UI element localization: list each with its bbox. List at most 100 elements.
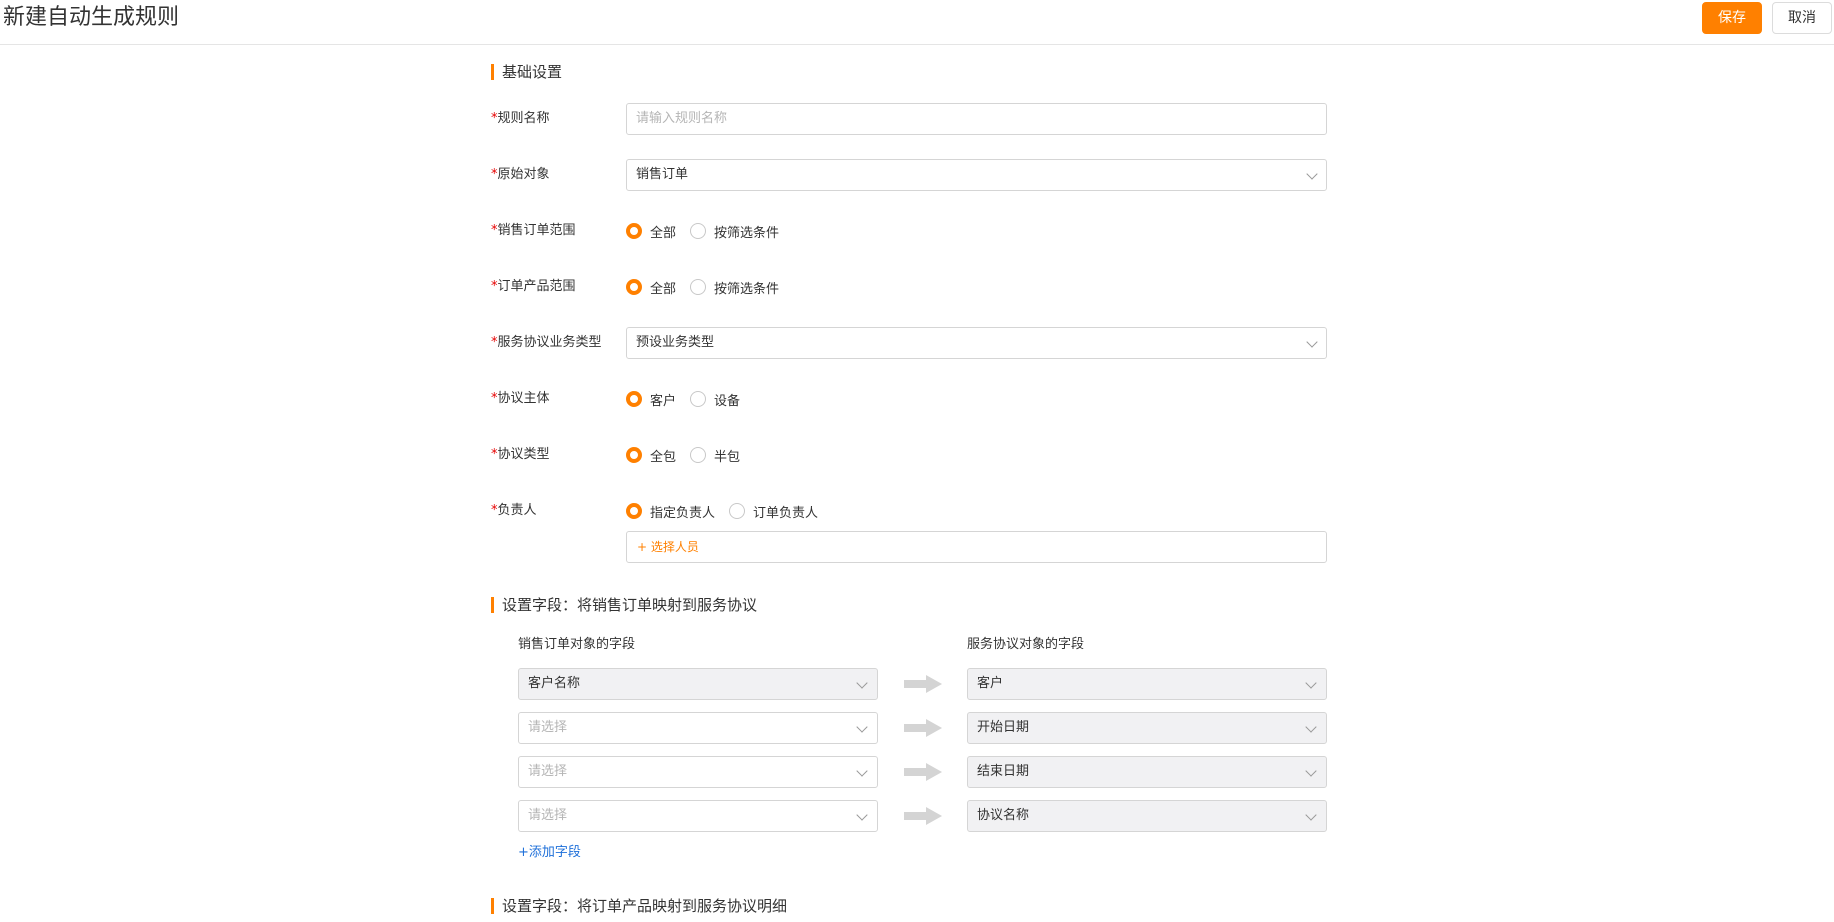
mapping-target-select[interactable]: 客户 — [967, 668, 1327, 700]
agreement-subject-label: *协议主体 — [491, 390, 550, 408]
agreement-type-label-text: 协议类型 — [497, 447, 550, 462]
section-title-text: 设置字段：将订单产品映射到服务协议明细 — [502, 897, 788, 915]
rule-name-label: *规则名称 — [491, 110, 550, 128]
chevron-down-icon — [1305, 721, 1317, 733]
section-marker — [491, 898, 494, 914]
radio-unchecked-icon — [729, 503, 746, 519]
product-scope-label: *订单产品范围 — [491, 278, 576, 296]
radio-unchecked-icon — [690, 447, 707, 463]
mapping-left-header: 销售订单对象的字段 — [518, 637, 636, 652]
radio-label: 设备 — [714, 393, 741, 409]
mapping-source-placeholder: 请选择 — [528, 720, 568, 735]
section-title-map-product: 设置字段：将订单产品映射到服务协议明细 — [491, 896, 787, 916]
agreement-type-option-half[interactable]: 半包 — [690, 446, 740, 465]
source-object-label: *原始对象 — [491, 166, 550, 184]
mapping-source-select[interactable]: 请选择 — [518, 712, 878, 744]
chevron-down-icon — [856, 721, 868, 733]
owner-option-order-owner[interactable]: 订单负责人 — [729, 502, 818, 521]
mapping-source-placeholder: 请选择 — [528, 808, 568, 823]
radio-label: 指定负责人 — [650, 505, 716, 521]
agreement-subject-option-customer[interactable]: 客户 — [626, 390, 676, 409]
mapping-target-value: 协议名称 — [977, 808, 1030, 823]
radio-unchecked-icon — [690, 391, 707, 407]
agreement-type-option-full[interactable]: 全包 — [626, 446, 676, 465]
rule-name-input[interactable]: 请输入规则名称 — [626, 103, 1327, 135]
chevron-down-icon — [856, 765, 868, 777]
agreement-type-radio-group: 全包 半包 — [626, 445, 754, 465]
page-title: 新建自动生成规则 — [3, 5, 180, 30]
product-scope-option-all[interactable]: 全部 — [626, 278, 676, 297]
radio-checked-icon — [626, 447, 642, 463]
mapping-source-select[interactable]: 请选择 — [518, 756, 878, 788]
radio-label: 全部 — [650, 281, 677, 297]
section-title-text: 设置字段：将销售订单映射到服务协议 — [502, 596, 758, 614]
section-marker — [491, 64, 494, 80]
agreement-type-label: *协议类型 — [491, 446, 550, 464]
mapping-target-value: 客户 — [977, 676, 1004, 691]
chevron-down-icon — [856, 809, 868, 821]
order-scope-option-all[interactable]: 全部 — [626, 222, 676, 241]
radio-label: 全部 — [650, 225, 677, 241]
page-header: 新建自动生成规则 保存 取消 — [0, 0, 1834, 45]
chevron-down-icon — [1305, 765, 1317, 777]
owner-label: *负责人 — [491, 502, 537, 520]
source-object-label-text: 原始对象 — [497, 167, 550, 182]
mapping-target-select[interactable]: 协议名称 — [967, 800, 1327, 832]
radio-unchecked-icon — [690, 223, 707, 239]
product-scope-radio-group: 全部 按筛选条件 — [626, 277, 793, 297]
radio-label: 半包 — [714, 449, 741, 465]
radio-checked-icon — [626, 279, 642, 295]
mapping-source-select[interactable]: 客户名称 — [518, 668, 878, 700]
agreement-business-type-select[interactable]: 预设业务类型 — [626, 327, 1327, 359]
arrow-right-icon — [904, 675, 942, 693]
agreement-subject-label-text: 协议主体 — [497, 391, 550, 406]
order-scope-radio-group: 全部 按筛选条件 — [626, 221, 793, 241]
order-scope-label: *销售订单范围 — [491, 222, 576, 240]
agreement-subject-option-device[interactable]: 设备 — [690, 390, 740, 409]
arrow-right-icon — [904, 763, 942, 781]
mapping-source-select[interactable]: 请选择 — [518, 800, 878, 832]
rule-name-label-text: 规则名称 — [497, 111, 550, 126]
agreement-subject-radio-group: 客户 设备 — [626, 389, 754, 409]
radio-checked-icon — [626, 223, 642, 239]
source-object-select[interactable]: 销售订单 — [626, 159, 1327, 191]
radio-label: 订单负责人 — [753, 505, 819, 521]
chevron-down-icon — [1305, 677, 1317, 689]
radio-label: 客户 — [650, 393, 677, 409]
mapping-target-select[interactable]: 开始日期 — [967, 712, 1327, 744]
rule-name-placeholder: 请输入规则名称 — [636, 111, 728, 126]
radio-label: 按筛选条件 — [714, 281, 780, 297]
agreement-business-type-label: *服务协议业务类型 — [491, 334, 602, 352]
radio-label: 全包 — [650, 449, 677, 465]
mapping-target-value: 开始日期 — [977, 720, 1030, 735]
radio-checked-icon — [626, 503, 642, 519]
cancel-button[interactable]: 取消 — [1772, 2, 1832, 34]
agreement-business-type-label-text: 服务协议业务类型 — [497, 335, 602, 350]
mapping-target-value: 结束日期 — [977, 764, 1030, 779]
select-person-button[interactable]: + 选择人员 — [626, 531, 1327, 563]
chevron-down-icon — [1306, 336, 1318, 348]
radio-label: 按筛选条件 — [714, 225, 780, 241]
source-object-value: 销售订单 — [636, 167, 689, 182]
order-scope-option-filter[interactable]: 按筛选条件 — [690, 222, 779, 241]
mapping-source-placeholder: 请选择 — [528, 764, 568, 779]
radio-checked-icon — [626, 391, 642, 407]
owner-option-assigned[interactable]: 指定负责人 — [626, 502, 715, 521]
chevron-down-icon — [856, 677, 868, 689]
owner-label-text: 负责人 — [497, 503, 537, 518]
save-button[interactable]: 保存 — [1702, 2, 1762, 34]
order-scope-label-text: 销售订单范围 — [497, 223, 576, 238]
radio-unchecked-icon — [690, 279, 707, 295]
chevron-down-icon — [1306, 168, 1318, 180]
add-field-link[interactable]: +添加字段 — [518, 844, 581, 862]
section-title-map-order: 设置字段：将销售订单映射到服务协议 — [491, 595, 757, 615]
chevron-down-icon — [1305, 809, 1317, 821]
owner-radio-group: 指定负责人 订单负责人 — [626, 501, 832, 521]
arrow-right-icon — [904, 719, 942, 737]
mapping-right-header: 服务协议对象的字段 — [967, 637, 1085, 652]
section-title-basic: 基础设置 — [491, 62, 562, 82]
section-marker — [491, 597, 494, 613]
product-scope-option-filter[interactable]: 按筛选条件 — [690, 278, 779, 297]
mapping-target-select[interactable]: 结束日期 — [967, 756, 1327, 788]
mapping-source-value: 客户名称 — [528, 676, 581, 691]
